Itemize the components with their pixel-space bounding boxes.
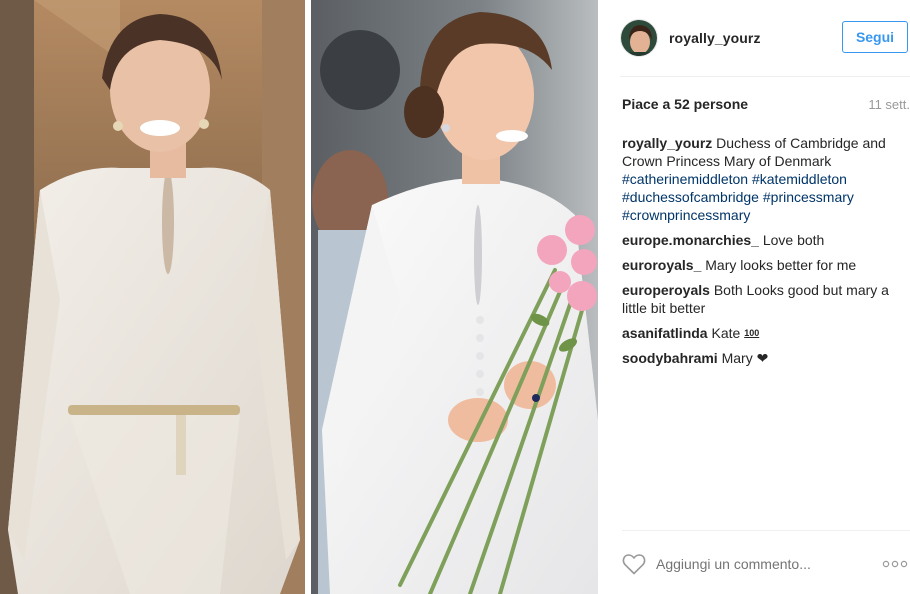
comment-item: europeroyals Both Looks good but mary a … (622, 281, 902, 317)
post-username[interactable]: royally_yourz (669, 30, 761, 46)
hashtag-link[interactable]: #princessmary (763, 189, 854, 205)
comment-text: Love both (762, 232, 825, 248)
caption-username[interactable]: royally_yourz (622, 135, 712, 151)
comment-username[interactable]: asanifatlinda (622, 325, 708, 341)
post-details-panel: royally_yourz Segui Piace a 52 persone 1… (598, 0, 910, 594)
post-header: royally_yourz Segui (620, 16, 910, 60)
post-photo[interactable] (0, 0, 598, 594)
comment-username[interactable]: soodybahrami (622, 350, 718, 366)
comment-item: asanifatlinda Kate 100 (622, 324, 902, 342)
post-image (0, 0, 598, 594)
likes-count[interactable]: Piace a 52 persone (622, 96, 748, 112)
hashtag-link[interactable]: #crownprincessmary (622, 207, 750, 223)
hundred-emoji-icon: 100 (744, 328, 760, 338)
comment-text: Kate (711, 325, 741, 341)
heart-icon[interactable] (622, 553, 646, 575)
likes-row: Piace a 52 persone 11 sett. (622, 96, 910, 116)
hashtag-link[interactable]: #duchessofcambridge (622, 189, 759, 205)
comment-text: Mary (721, 350, 753, 366)
add-comment-input[interactable] (656, 556, 882, 572)
more-options-icon[interactable] (882, 560, 908, 568)
comment-username[interactable]: europe.monarchies_ (622, 232, 759, 248)
comment-username[interactable]: euroroyals_ (622, 257, 701, 273)
comment-item: euroroyals_ Mary looks better for me (622, 256, 902, 274)
follow-button[interactable]: Segui (842, 21, 908, 53)
heart-emoji-icon: ❤ (756, 350, 769, 366)
comments-list: royally_yourz Duchess of Cambridge and C… (622, 134, 902, 374)
divider (622, 530, 910, 531)
comment-username[interactable]: europeroyals (622, 282, 710, 298)
comment-text: Mary looks better for me (705, 257, 857, 273)
comment-bar (622, 548, 910, 580)
avatar[interactable] (620, 19, 658, 57)
comment-item: soodybahrami Mary ❤ (622, 349, 902, 367)
caption: royally_yourz Duchess of Cambridge and C… (622, 134, 902, 224)
comment-item: europe.monarchies_ Love both (622, 231, 902, 249)
post-age[interactable]: 11 sett. (868, 97, 910, 112)
avatar-image (621, 20, 657, 56)
hashtag-link[interactable]: #catherinemiddleton (622, 171, 748, 187)
divider (620, 76, 910, 77)
hashtag-link[interactable]: #katemiddleton (752, 171, 847, 187)
